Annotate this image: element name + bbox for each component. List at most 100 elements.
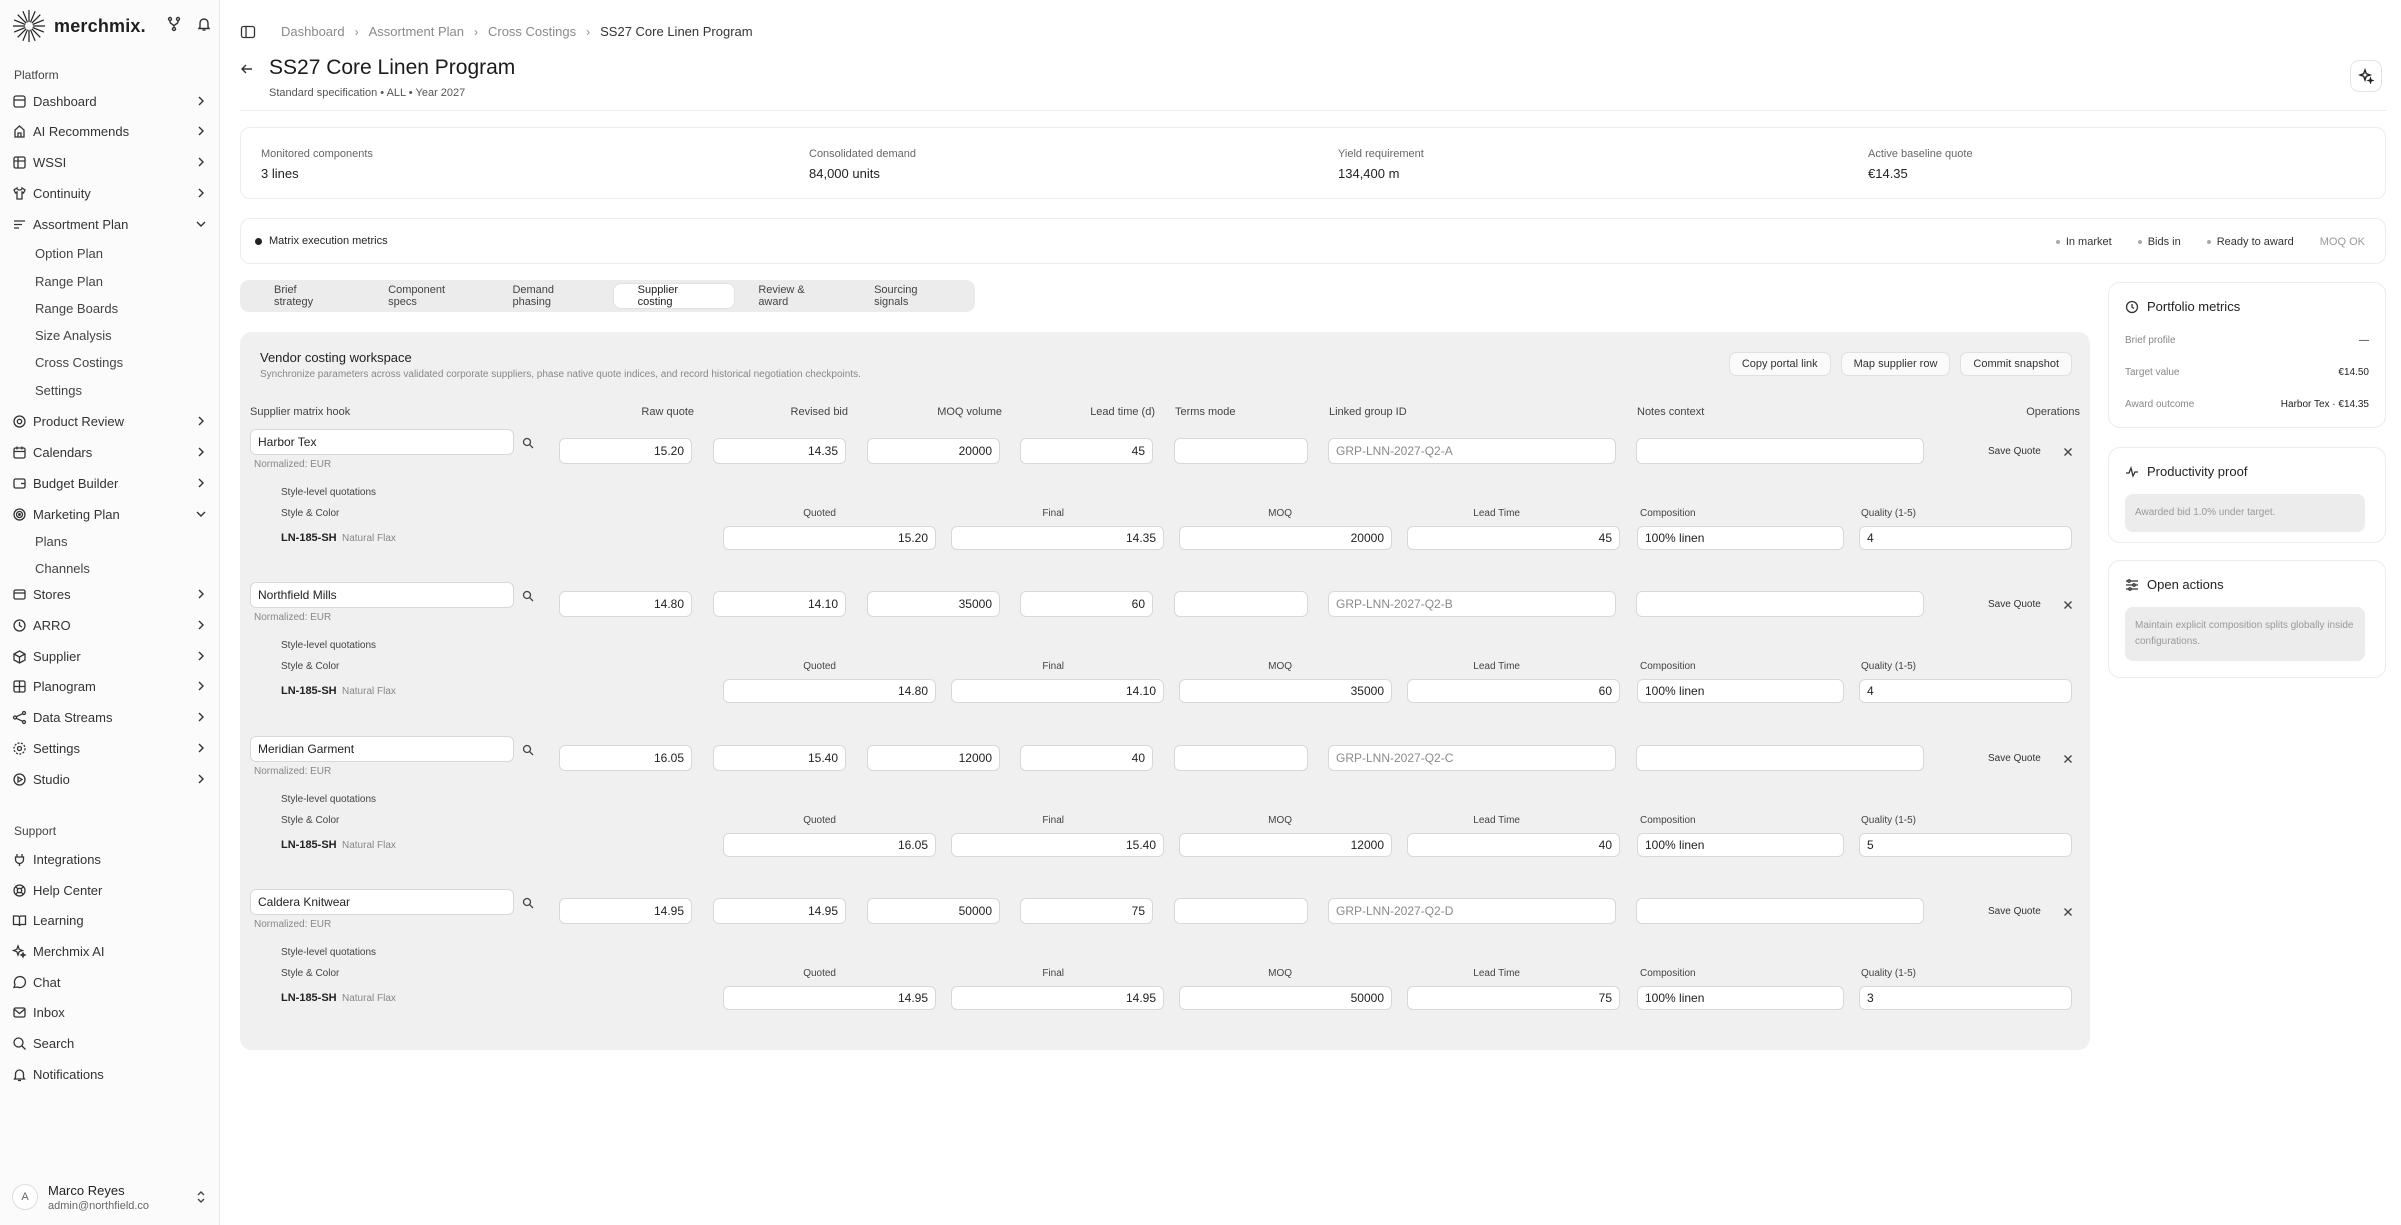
terms-mode-input[interactable]	[1174, 591, 1308, 617]
revised-bid-input[interactable]: 14.10	[713, 591, 846, 617]
breadcrumb-cross-costings[interactable]: Cross Costings	[488, 24, 576, 39]
sidebar-item-assortment-plan[interactable]: Assortment Plan	[12, 212, 208, 236]
style-moq-input[interactable]: 20000	[1179, 526, 1392, 550]
support-item-search[interactable]: Search	[12, 1031, 208, 1055]
linked-group-id-input[interactable]: GRP-LNN-2027-Q2-B	[1328, 591, 1616, 617]
lead-time-input[interactable]: 45	[1020, 438, 1153, 464]
support-item-help-center[interactable]: Help Center	[12, 878, 208, 902]
moq-volume-input[interactable]: 35000	[867, 591, 1000, 617]
linked-group-id-input[interactable]: GRP-LNN-2027-Q2-D	[1328, 898, 1616, 924]
moq-volume-input[interactable]: 20000	[867, 438, 1000, 464]
sidebar-item-marketing-plan[interactable]: Marketing Plan	[12, 502, 208, 526]
moq-volume-input[interactable]: 12000	[867, 745, 1000, 771]
bell-icon[interactable]	[196, 16, 212, 32]
raw-quote-input[interactable]: 14.80	[559, 591, 692, 617]
breadcrumb-assortment-plan[interactable]: Assortment Plan	[369, 24, 464, 39]
sidebar-item-settings[interactable]: Settings	[12, 736, 208, 760]
style-final-input[interactable]: 14.95	[951, 986, 1164, 1010]
sidebar-item-ai-recommends[interactable]: AI Recommends	[12, 119, 208, 143]
terms-mode-input[interactable]	[1174, 898, 1308, 924]
sidebar-item-studio[interactable]: Studio	[12, 767, 208, 791]
revised-bid-input[interactable]: 14.35	[713, 438, 846, 464]
support-item-integrations[interactable]: Integrations	[12, 847, 208, 871]
sidebar-subitem-settings[interactable]: Settings	[35, 379, 82, 401]
tab-review-award[interactable]: Review & award	[738, 284, 852, 308]
style-composition-input[interactable]: 100% linen	[1637, 986, 1844, 1010]
style-quoted-input[interactable]: 14.80	[723, 679, 936, 703]
sidebar-item-supplier[interactable]: Supplier	[12, 644, 208, 668]
style-moq-input[interactable]: 35000	[1179, 679, 1392, 703]
sidebar-item-data-streams[interactable]: Data Streams	[12, 705, 208, 729]
sidebar-subitem-plans[interactable]: Plans	[35, 530, 68, 552]
sidebar-toggle-icon[interactable]	[240, 24, 256, 40]
user-profile[interactable]: A Marco Reyes admin@northfield.co	[12, 1180, 208, 1214]
close-icon[interactable]	[2062, 752, 2074, 764]
terms-mode-input[interactable]	[1174, 438, 1308, 464]
close-icon[interactable]	[2062, 445, 2074, 457]
tab-sourcing-signals[interactable]: Sourcing signals	[856, 284, 967, 308]
style-lead-input[interactable]: 75	[1407, 986, 1620, 1010]
sidebar-item-calendars[interactable]: Calendars	[12, 440, 208, 464]
sidebar-subitem-cross-costings[interactable]: Cross Costings	[35, 351, 123, 373]
style-final-input[interactable]: 14.35	[951, 526, 1164, 550]
raw-quote-input[interactable]: 14.95	[559, 898, 692, 924]
save-quote-button[interactable]: Save Quote	[1982, 747, 2047, 769]
save-quote-button[interactable]: Save Quote	[1982, 593, 2047, 615]
style-final-input[interactable]: 14.10	[951, 679, 1164, 703]
support-item-learning[interactable]: Learning	[12, 908, 208, 932]
notes-context-input[interactable]	[1636, 438, 1924, 464]
sidebar-item-product-review[interactable]: Product Review	[12, 409, 208, 433]
breadcrumb-dashboard[interactable]: Dashboard	[281, 24, 345, 39]
sidebar-subitem-channels[interactable]: Channels	[35, 557, 90, 579]
supplier-name-input[interactable]: Caldera Knitwear	[250, 889, 514, 915]
terms-mode-input[interactable]	[1174, 745, 1308, 771]
search-icon[interactable]	[522, 743, 534, 756]
close-icon[interactable]	[2062, 598, 2074, 610]
style-final-input[interactable]: 15.40	[951, 833, 1164, 857]
support-item-merchmix-ai[interactable]: Merchmix AI	[12, 939, 208, 963]
support-item-inbox[interactable]: Inbox	[12, 1000, 208, 1024]
tab-brief-strategy[interactable]: Brief strategy	[244, 284, 366, 308]
copy-portal-link-button[interactable]: Copy portal link	[1728, 352, 1831, 376]
chip-in-market[interactable]: In market	[2048, 231, 2120, 253]
sidebar-item-budget-builder[interactable]: Budget Builder	[12, 471, 208, 495]
search-icon[interactable]	[522, 589, 534, 602]
linked-group-id-input[interactable]: GRP-LNN-2027-Q2-A	[1328, 438, 1616, 464]
revised-bid-input[interactable]: 14.95	[713, 898, 846, 924]
sidebar-item-continuity[interactable]: Continuity	[12, 181, 208, 205]
search-icon[interactable]	[522, 896, 534, 909]
style-quality-input[interactable]: 3	[1859, 986, 2072, 1010]
style-lead-input[interactable]: 40	[1407, 833, 1620, 857]
support-item-notifications[interactable]: Notifications	[12, 1062, 208, 1086]
sidebar-item-stores[interactable]: Stores	[12, 582, 208, 606]
save-quote-button[interactable]: Save Quote	[1982, 900, 2047, 922]
fork-icon[interactable]	[166, 16, 182, 32]
style-quality-input[interactable]: 4	[1859, 679, 2072, 703]
chip-ready-to-award[interactable]: Ready to award	[2199, 231, 2302, 253]
style-quoted-input[interactable]: 15.20	[723, 526, 936, 550]
sidebar-subitem-option-plan[interactable]: Option Plan	[35, 242, 103, 264]
supplier-name-input[interactable]: Meridian Garment	[250, 736, 514, 762]
style-quoted-input[interactable]: 14.95	[723, 986, 936, 1010]
lead-time-input[interactable]: 40	[1020, 745, 1153, 771]
revised-bid-input[interactable]: 15.40	[713, 745, 846, 771]
style-composition-input[interactable]: 100% linen	[1637, 679, 1844, 703]
support-item-chat[interactable]: Chat	[12, 970, 208, 994]
sidebar-item-planogram[interactable]: Planogram	[12, 674, 208, 698]
tab-demand-phasing[interactable]: Demand phasing	[492, 284, 609, 308]
ai-sparkle-button[interactable]	[2350, 60, 2382, 92]
search-icon[interactable]	[522, 436, 534, 449]
sidebar-subitem-range-boards[interactable]: Range Boards	[35, 297, 118, 319]
notes-context-input[interactable]	[1636, 898, 1924, 924]
style-composition-input[interactable]: 100% linen	[1637, 526, 1844, 550]
supplier-name-input[interactable]: Northfield Mills	[250, 582, 514, 608]
sidebar-subitem-size-analysis[interactable]: Size Analysis	[35, 324, 112, 346]
style-quality-input[interactable]: 4	[1859, 526, 2072, 550]
raw-quote-input[interactable]: 16.05	[559, 745, 692, 771]
lead-time-input[interactable]: 60	[1020, 591, 1153, 617]
style-composition-input[interactable]: 100% linen	[1637, 833, 1844, 857]
chip-bids-in[interactable]: Bids in	[2130, 231, 2189, 253]
map-supplier-row-button[interactable]: Map supplier row	[1840, 352, 1951, 376]
style-quoted-input[interactable]: 16.05	[723, 833, 936, 857]
style-lead-input[interactable]: 60	[1407, 679, 1620, 703]
